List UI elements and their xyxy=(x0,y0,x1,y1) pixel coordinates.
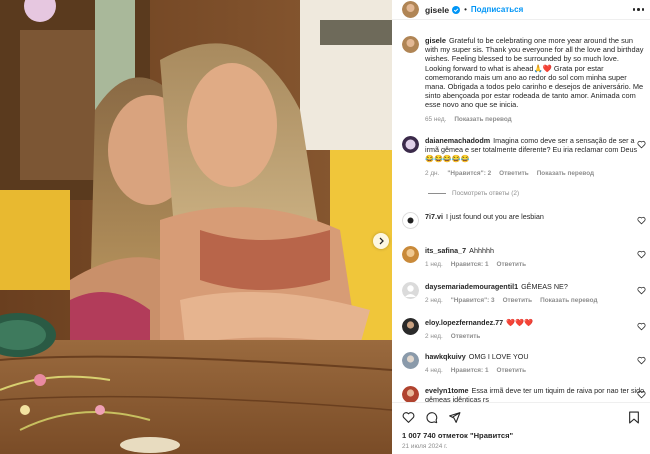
commenter-avatar[interactable] xyxy=(402,136,419,153)
comment-username[interactable]: eloy.lopezfernandez.77 xyxy=(425,318,503,327)
post-photo xyxy=(0,0,392,454)
comment-username[interactable]: daysemariademouragentil1 xyxy=(425,282,518,291)
comment-text: ❤️❤️❤️ xyxy=(506,318,534,327)
comment-item: daysemariademouragentil1 GÊMEAS NE? 2 нед… xyxy=(392,282,650,305)
likes-count[interactable]: 1 007 740 отметок "Нравится" xyxy=(402,431,640,440)
comment-username[interactable]: evelyn1tome xyxy=(425,386,469,395)
commenter-avatar[interactable] xyxy=(402,212,419,229)
verified-badge-icon xyxy=(452,5,461,14)
comment-heart-icon[interactable] xyxy=(637,322,646,331)
comment-likes[interactable]: Нравится: 1 xyxy=(451,366,489,375)
heart-icon[interactable] xyxy=(402,411,415,424)
comment-item: its_safina_7 Ahhhhh 1 нед. Нравится: 1 От… xyxy=(392,246,650,269)
view-replies-link[interactable]: Посмотреть ответы (2) xyxy=(428,190,519,197)
comment-heart-icon[interactable] xyxy=(637,286,646,295)
bookmark-icon[interactable] xyxy=(628,411,640,424)
reply-button[interactable]: Ответить xyxy=(497,366,527,375)
comment-username[interactable]: hawkqkuivy xyxy=(425,352,466,361)
comment-time[interactable]: 2 нед. xyxy=(425,296,443,305)
comment-username[interactable]: its_safina_7 xyxy=(425,246,466,255)
comment-time[interactable]: 2 нед. xyxy=(425,332,443,341)
commenter-avatar[interactable] xyxy=(402,318,419,335)
caption-text: Grateful to be celebrating one more year… xyxy=(425,36,644,110)
post-caption: gisele Grateful to be celebrating one mor… xyxy=(392,30,650,124)
comment-heart-icon[interactable] xyxy=(637,390,646,399)
comment-text: OMG I LOVE YOU xyxy=(468,352,529,361)
reply-button[interactable]: Ответить xyxy=(499,169,529,178)
comment-time[interactable]: 1 нед. xyxy=(425,260,443,269)
author-username[interactable]: gisele xyxy=(425,5,449,15)
post-side-pane: gisele • Подписаться gisele Grateful to b… xyxy=(392,0,650,454)
comment-likes[interactable]: "Нравится": 3 xyxy=(451,296,495,305)
carousel-next-icon[interactable] xyxy=(373,233,389,249)
reply-button[interactable]: Ответить xyxy=(497,260,527,269)
reply-button[interactable]: Ответить xyxy=(503,296,533,305)
share-icon[interactable] xyxy=(448,411,461,424)
header-separator: • xyxy=(464,5,467,14)
translate-link[interactable]: Показать перевод xyxy=(537,169,594,178)
comment-heart-icon[interactable] xyxy=(637,250,646,259)
translate-link[interactable]: Показать перевод xyxy=(540,296,597,305)
follow-button[interactable]: Подписаться xyxy=(471,5,523,14)
comment-heart-icon[interactable] xyxy=(637,140,646,149)
commenter-avatar[interactable] xyxy=(402,282,419,299)
comment-username[interactable]: daianemachadodm xyxy=(425,136,490,145)
post-actions: 1 007 740 отметок "Нравится" 21 июля 202… xyxy=(392,402,650,454)
caption-time[interactable]: 65 нед. xyxy=(425,115,446,124)
comment-text: Ahhhhh xyxy=(469,246,494,255)
comment-likes[interactable]: Нравится: 1 xyxy=(451,260,489,269)
caption-avatar[interactable] xyxy=(402,36,419,53)
post-header: gisele • Подписаться xyxy=(392,0,650,20)
comment-likes[interactable]: "Нравится": 2 xyxy=(447,169,491,178)
comment-item: hawkqkuivy OMG I LOVE YOU 4 нед. Нравится… xyxy=(392,352,650,375)
comment-icon[interactable] xyxy=(425,411,438,424)
commenter-avatar[interactable] xyxy=(402,246,419,263)
caption-translate-link[interactable]: Показать перевод xyxy=(454,115,511,124)
commenter-avatar[interactable] xyxy=(402,386,419,402)
caption-username[interactable]: gisele xyxy=(425,36,446,45)
comment-text: I just found out you are lesbian xyxy=(445,212,544,221)
comment-heart-icon[interactable] xyxy=(637,216,646,225)
comment-time[interactable]: 2 дн. xyxy=(425,169,439,178)
reply-button[interactable]: Ответить xyxy=(451,332,481,341)
commenter-avatar[interactable] xyxy=(402,352,419,369)
comment-item: evelyn1tome Essa irmã deve ter um tiquim … xyxy=(392,386,650,402)
comment-item: eloy.lopezfernandez.77 ❤️❤️❤️ 2 нед. Отве… xyxy=(392,318,650,341)
comment-item: daianemachadodm Imagina como deve ser a s… xyxy=(392,136,650,178)
comments-scroll-area[interactable]: gisele Grateful to be celebrating one mor… xyxy=(392,30,650,402)
more-options-icon[interactable] xyxy=(632,8,644,11)
post-date[interactable]: 21 июля 2024 г. xyxy=(402,443,640,450)
author-avatar[interactable] xyxy=(402,1,419,18)
comment-text: GÊMEAS NE? xyxy=(521,282,568,291)
comment-item: 7i7.vi I just found out you are lesbian xyxy=(392,212,650,229)
comment-username[interactable]: 7i7.vi xyxy=(425,212,443,221)
photo-illustration xyxy=(0,0,392,454)
comment-heart-icon[interactable] xyxy=(637,356,646,365)
comment-time[interactable]: 4 нед. xyxy=(425,366,443,375)
